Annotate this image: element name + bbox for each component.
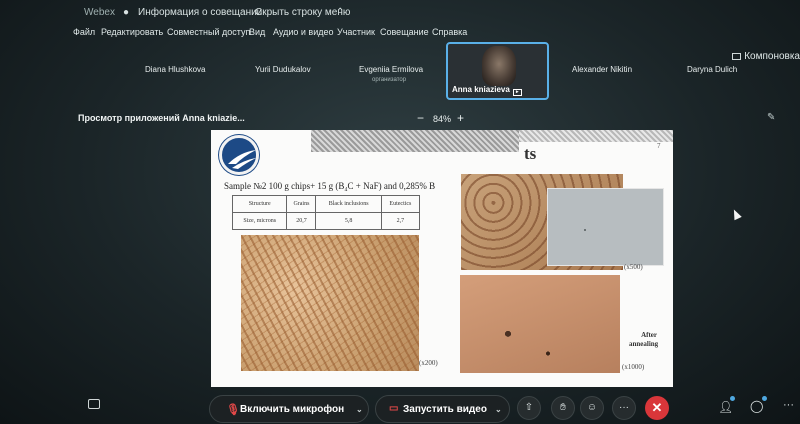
viewer-title: Просмотр приложений Anna kniazie... — [78, 113, 245, 123]
chat-icon[interactable] — [88, 399, 100, 409]
magnification-label: (x500) — [624, 263, 643, 271]
university-logo — [219, 135, 259, 175]
menu-item-audio-video[interactable]: Аудио и видео — [273, 27, 334, 37]
magnification-label: (x1000) — [622, 363, 645, 371]
start-video-button[interactable]: ▭ Запустить видео ⌄ — [375, 395, 510, 423]
table-cell: 20,7 — [286, 212, 317, 230]
zoom-out-button[interactable]: − — [417, 111, 424, 125]
table-cell: Structure — [231, 195, 288, 213]
shared-slide: ts 7 Sample №2 100 g chips+ 15 g (B₄C + … — [211, 130, 673, 387]
table-cell: Grains — [286, 195, 317, 213]
table-cell: 2,7 — [380, 212, 421, 230]
menu-item-view[interactable]: Вид — [249, 27, 265, 37]
menu-item-help[interactable]: Справка — [432, 27, 467, 37]
sample-caption: Sample №2 100 g chips+ 15 g (B₄C + NaF) … — [224, 181, 436, 191]
gray-overlay — [547, 188, 664, 266]
notification-badge — [730, 396, 735, 401]
chevron-down-icon[interactable]: ⌄ — [356, 405, 363, 414]
participants-icon[interactable]: 👤︎ — [718, 400, 733, 414]
reactions-button[interactable]: ☺ — [580, 396, 604, 420]
share-button[interactable]: ⇧ — [517, 396, 541, 420]
start-video-label: Запустить видео — [403, 404, 487, 415]
participant-name[interactable]: Daryna Dulich — [687, 65, 737, 74]
sharing-icon: ▸ — [512, 89, 522, 96]
menu-bar: Файл Редактировать Совместный доступ Вид… — [0, 24, 800, 42]
raise-hand-button[interactable]: ✋︎ — [551, 396, 575, 420]
menu-item-edit[interactable]: Редактировать — [101, 27, 163, 37]
layout-icon — [732, 53, 742, 60]
participant-role: организатор — [372, 77, 407, 83]
annotate-icon[interactable]: ✎ — [767, 112, 775, 123]
micrograph-image — [241, 235, 419, 371]
slide-page-number: 7 — [657, 142, 661, 150]
end-call-button[interactable]: ✕ — [645, 396, 669, 420]
meeting-info-button[interactable]: Информация о совещании — [138, 7, 262, 18]
participant-name[interactable]: Yurii Dudukalov — [255, 65, 311, 74]
menu-item-file[interactable]: Файл — [73, 27, 95, 37]
video-off-icon: ▭ — [389, 403, 399, 414]
zoom-level: 84% — [433, 114, 452, 124]
active-speaker-tile[interactable]: Anna kniazieva ▸ — [446, 42, 549, 100]
messages-icon[interactable]: ◯ — [750, 399, 763, 413]
slide-title: ts — [524, 144, 537, 163]
zoom-in-button[interactable]: + — [457, 111, 464, 125]
title-pattern — [311, 130, 519, 152]
annealing-label: After annealing — [629, 331, 659, 348]
avatar — [482, 46, 516, 86]
chevron-down-icon[interactable]: ⌄ — [495, 405, 502, 414]
table-cell: Black inclusions — [315, 195, 382, 213]
table-cell: Eutectics — [380, 195, 421, 213]
more-options-icon[interactable]: ··· — [783, 399, 794, 411]
tile-name: Anna kniazieva ▸ — [452, 85, 522, 96]
menu-item-participant[interactable]: Участник — [337, 27, 375, 37]
micrograph-image — [460, 275, 620, 373]
mouse-cursor — [730, 207, 742, 221]
menu-item-meeting[interactable]: Совещание — [380, 27, 429, 37]
info-dot-icon: ● — [123, 7, 130, 18]
top-bar: Webex ● Информация о совещании Скрыть ст… — [0, 0, 800, 24]
table-cell: Size, microns — [231, 212, 288, 230]
participant-name[interactable]: Evgeniia Ermilova — [359, 65, 423, 74]
layout-label: Компоновка — [744, 51, 800, 62]
chevron-up-icon[interactable]: ⌃ — [336, 7, 344, 18]
participant-name[interactable]: Diana Hlushkova — [145, 65, 205, 74]
unmute-button[interactable]: 🎙︎ Включить микрофон ⌄ — [209, 395, 369, 423]
notification-badge — [762, 396, 767, 401]
size-table: Structure Grains Black inclusions Eutect… — [231, 195, 421, 230]
app-name: Webex — [84, 7, 115, 18]
magnification-label: (x200) — [419, 359, 438, 367]
menu-item-share[interactable]: Совместный доступ — [167, 27, 250, 37]
unmute-label: Включить микрофон — [240, 404, 345, 415]
mic-off-icon: 🎙︎ — [226, 404, 240, 416]
table-cell: 5,8 — [315, 212, 382, 230]
table-row: Structure Grains Black inclusions Eutect… — [231, 195, 421, 213]
table-row: Size, microns 20,7 5,8 2,7 — [231, 212, 421, 230]
title-pattern — [519, 130, 673, 142]
layout-button[interactable]: Компоновка — [732, 51, 800, 62]
more-button[interactable]: ··· — [612, 396, 636, 420]
participant-name[interactable]: Alexander Nikitin — [572, 65, 632, 74]
